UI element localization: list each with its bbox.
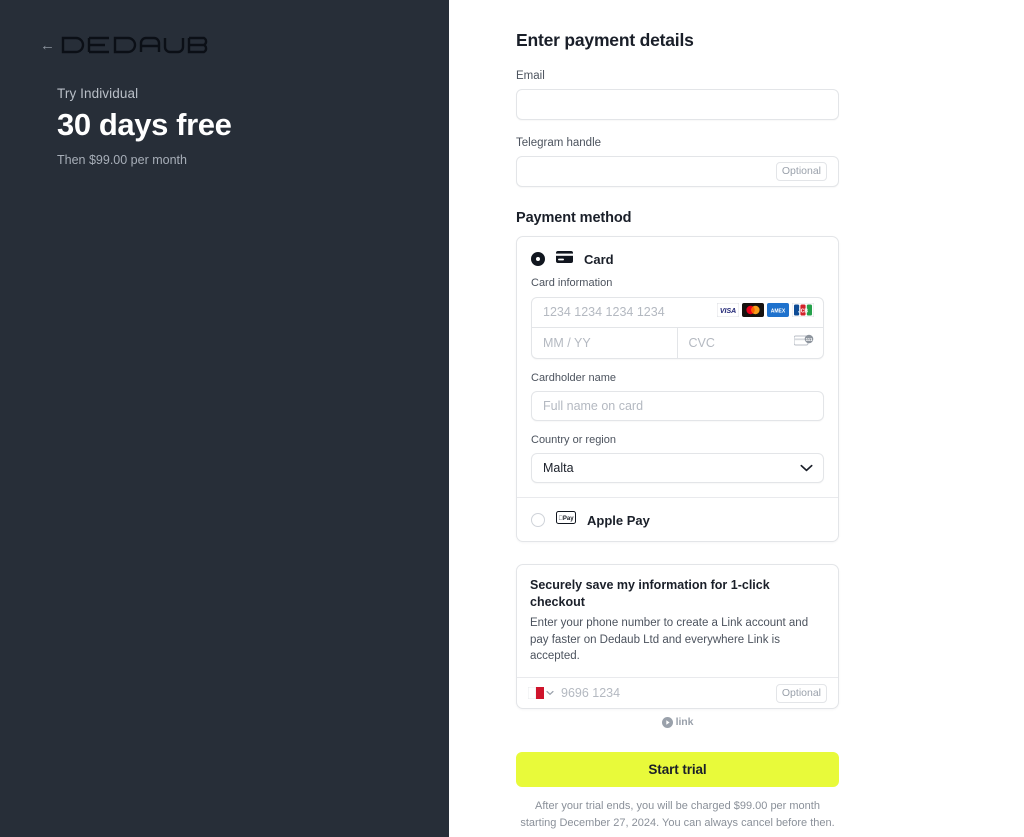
visa-icon: VISA — [716, 302, 740, 322]
cardholder-name-placeholder: Full name on card — [543, 398, 644, 413]
card-brand-icons: VISA AMEX JCB — [716, 302, 815, 322]
svg-text:JCB: JCB — [798, 308, 808, 314]
card-information-group: 1234 1234 1234 1234 VISA AMEX JCB MM / Y… — [531, 296, 824, 359]
country-label: Country or region — [531, 433, 616, 446]
expiry-cvc-row: MM / YY CVC 111 — [532, 327, 824, 358]
page-title: Enter payment details — [516, 30, 694, 50]
card-number-placeholder: 1234 1234 1234 1234 — [543, 305, 665, 320]
card-number-input[interactable]: 1234 1234 1234 1234 VISA AMEX JCB — [532, 298, 823, 328]
malta-flag-icon — [528, 687, 544, 700]
card-details-body: Card information 1234 1234 1234 1234 VIS… — [517, 272, 838, 497]
card-information-label: Card information — [531, 277, 613, 290]
cardholder-name-input[interactable]: Full name on card — [531, 390, 824, 421]
plan-summary-panel: ← Try Individual 30 days free Then $99.0… — [0, 0, 449, 837]
payment-method-card: Card Card information 1234 1234 1234 123… — [516, 236, 839, 543]
plan-price-note: Then $99.00 per month — [57, 153, 187, 167]
link-logo-text: link — [675, 716, 694, 729]
card-cvc-input[interactable]: CVC 111 — [678, 328, 824, 358]
email-label: Email — [516, 70, 545, 82]
brand-header: ← — [40, 36, 214, 54]
card-expiry-input[interactable]: MM / YY — [532, 327, 678, 358]
jcb-icon: JCB — [791, 302, 815, 322]
link-save-title: Securely save my information for 1-click… — [530, 578, 770, 610]
flag-chevron-down-icon — [546, 691, 554, 696]
link-save-description: Enter your phone number to create a Link… — [530, 617, 809, 663]
link-phone-placeholder: 9696 1234 — [561, 686, 621, 701]
link-save-header: Securely save my information for 1-click… — [517, 565, 838, 677]
svg-text:VISA: VISA — [720, 308, 736, 315]
start-trial-button[interactable]: Start trial — [516, 752, 839, 788]
payment-option-apple-pay-label: Apple Pay — [587, 512, 650, 528]
telegram-label: Telegram handle — [516, 137, 602, 150]
country-selected-value: Malta — [543, 461, 574, 476]
plan-headline: 30 days free — [57, 107, 232, 143]
payment-option-apple-pay[interactable]: Pay Apple Pay — [517, 498, 838, 541]
radio-card-icon[interactable] — [531, 252, 545, 267]
link-save-card: Securely save my information for 1-click… — [516, 564, 839, 710]
apple-pay-icon: Pay — [556, 511, 576, 529]
payment-form: Enter payment details Email Telegram han… — [516, 30, 839, 831]
email-field-group: Email — [516, 68, 839, 121]
payment-option-card-label: Card — [584, 251, 614, 267]
payment-method-title: Payment method — [516, 210, 632, 227]
payment-option-card[interactable]: Card — [517, 237, 838, 272]
back-arrow-icon[interactable]: ← — [40, 38, 55, 53]
link-phone-input[interactable]: 9696 1234 Optional — [517, 677, 838, 708]
legal-disclaimer: After your trial ends, you will be charg… — [520, 800, 835, 829]
amex-icon: AMEX — [767, 302, 789, 322]
chevron-down-icon — [800, 461, 813, 475]
link-play-icon — [661, 716, 673, 728]
email-input[interactable] — [516, 89, 839, 121]
credit-card-icon — [556, 250, 573, 268]
link-phone-optional-badge: Optional — [775, 683, 827, 703]
payment-form-panel: Enter payment details Email Telegram han… — [449, 0, 1024, 837]
cardholder-name-label: Cardholder name — [531, 371, 616, 384]
country-flag-selector[interactable] — [528, 687, 554, 700]
svg-text:AMEX: AMEX — [771, 308, 786, 314]
cvc-hint-icon: 111 — [793, 334, 814, 352]
card-expiry-placeholder: MM / YY — [543, 335, 591, 350]
telegram-input[interactable]: Optional — [516, 156, 839, 188]
svg-text:111: 111 — [806, 336, 813, 341]
svg-text:Pay: Pay — [558, 515, 574, 522]
plan-try-label: Try Individual — [57, 86, 139, 101]
checkout-page: ← Try Individual 30 days free Then $99.0… — [0, 0, 1024, 837]
mastercard-icon — [742, 302, 764, 322]
telegram-optional-badge: Optional — [775, 162, 827, 182]
dedaub-logo[interactable] — [61, 36, 214, 54]
card-cvc-placeholder: CVC — [688, 335, 715, 350]
link-logo: link — [516, 716, 839, 728]
radio-apple-pay-icon[interactable] — [531, 513, 545, 528]
telegram-field-group: Telegram handle Optional — [516, 135, 839, 188]
plan-details: Try Individual 30 days free Then $99.00 … — [57, 84, 397, 170]
country-select[interactable]: Malta — [531, 453, 824, 484]
